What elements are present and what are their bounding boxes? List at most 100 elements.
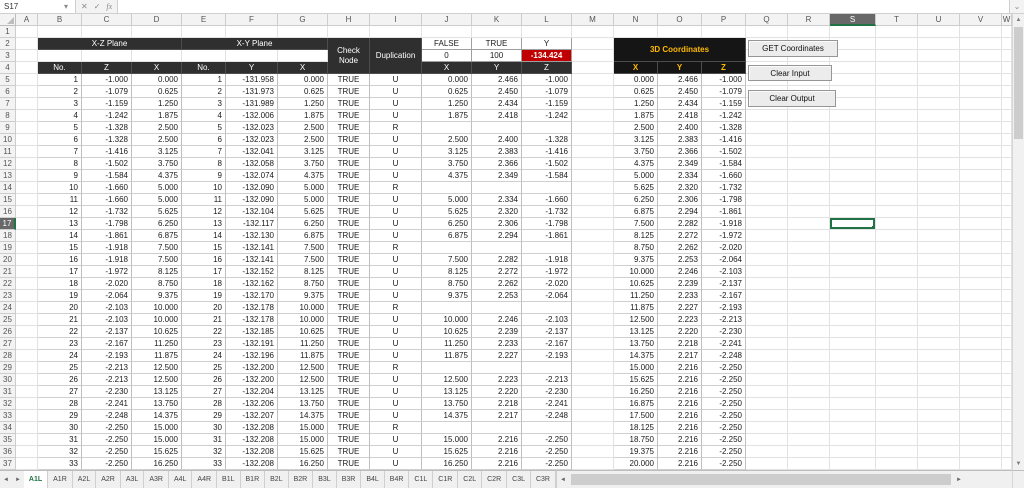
cell[interactable]: [1002, 146, 1012, 158]
cell[interactable]: [572, 38, 614, 50]
cell[interactable]: 12.500: [132, 374, 182, 386]
cell[interactable]: [472, 26, 522, 38]
cell[interactable]: 10.625: [614, 278, 658, 290]
cell[interactable]: -2.020: [702, 242, 746, 254]
cell[interactable]: [876, 206, 918, 218]
cell[interactable]: [746, 230, 788, 242]
cell[interactable]: [572, 74, 614, 86]
cell[interactable]: 7.500: [132, 254, 182, 266]
cell[interactable]: -132.208: [226, 458, 278, 470]
cell[interactable]: [876, 302, 918, 314]
cell[interactable]: -2.250: [702, 374, 746, 386]
cell[interactable]: 15.625: [278, 446, 328, 458]
cell[interactable]: -132.162: [226, 278, 278, 290]
cell[interactable]: [918, 374, 960, 386]
cell[interactable]: [918, 398, 960, 410]
cell[interactable]: [746, 374, 788, 386]
cell[interactable]: [572, 446, 614, 458]
cell[interactable]: [960, 254, 1002, 266]
cell[interactable]: 17.500: [614, 410, 658, 422]
cell[interactable]: 6.250: [614, 194, 658, 206]
cell[interactable]: -1.159: [702, 98, 746, 110]
cell[interactable]: [830, 266, 876, 278]
vertical-scrollbar[interactable]: ▲ ▼: [1012, 14, 1024, 470]
cell[interactable]: 4: [182, 110, 226, 122]
cell[interactable]: -132.206: [226, 398, 278, 410]
cell[interactable]: [788, 254, 830, 266]
cell[interactable]: -1.242: [522, 110, 572, 122]
cell[interactable]: 5: [182, 122, 226, 134]
row-header-9[interactable]: 9: [0, 122, 16, 134]
tab-nav-right-icon[interactable]: ►: [12, 471, 24, 488]
cell[interactable]: -1.798: [522, 218, 572, 230]
cell[interactable]: 2: [38, 86, 82, 98]
cell[interactable]: [16, 458, 38, 470]
cell[interactable]: [788, 194, 830, 206]
cell[interactable]: TRUE: [328, 446, 370, 458]
cell[interactable]: -2.167: [702, 290, 746, 302]
selected-cell[interactable]: [830, 218, 876, 230]
cell[interactable]: -2.250: [702, 446, 746, 458]
cell[interactable]: [746, 458, 788, 470]
cell[interactable]: [876, 266, 918, 278]
cell[interactable]: 6: [38, 134, 82, 146]
cell[interactable]: [572, 254, 614, 266]
cell[interactable]: [746, 218, 788, 230]
cell[interactable]: [422, 182, 472, 194]
cell[interactable]: [1002, 326, 1012, 338]
cell[interactable]: -2.250: [702, 422, 746, 434]
cell[interactable]: 15.000: [278, 434, 328, 446]
cell[interactable]: 4.375: [614, 158, 658, 170]
cell[interactable]: 2.220: [658, 326, 702, 338]
cell[interactable]: [960, 302, 1002, 314]
cell[interactable]: -2.193: [82, 350, 132, 362]
cell[interactable]: 1: [182, 74, 226, 86]
cell[interactable]: [830, 134, 876, 146]
cell[interactable]: U: [370, 134, 422, 146]
cell[interactable]: [830, 338, 876, 350]
sheet-tab-C1L[interactable]: C1L: [409, 471, 433, 488]
cell[interactable]: [830, 458, 876, 470]
cell[interactable]: TRUE: [328, 434, 370, 446]
cell[interactable]: [746, 158, 788, 170]
cell[interactable]: [572, 290, 614, 302]
cell[interactable]: TRUE: [328, 170, 370, 182]
cell[interactable]: [522, 422, 572, 434]
cell[interactable]: 8.125: [422, 266, 472, 278]
cell[interactable]: U: [370, 218, 422, 230]
cell[interactable]: [1002, 62, 1012, 74]
xy-plane-title[interactable]: X-Y Plane: [182, 38, 328, 50]
cell[interactable]: [876, 446, 918, 458]
cell[interactable]: 16.250: [422, 458, 472, 470]
cell[interactable]: [746, 350, 788, 362]
xy-col-header[interactable]: Y: [226, 62, 278, 74]
cell[interactable]: [960, 410, 1002, 422]
cell[interactable]: [746, 122, 788, 134]
cell[interactable]: 14: [182, 230, 226, 242]
row-header-25[interactable]: 25: [0, 314, 16, 326]
cell[interactable]: -131.989: [226, 98, 278, 110]
cell[interactable]: 25: [182, 362, 226, 374]
sheet-tab-B2L[interactable]: B2L: [265, 471, 288, 488]
cell[interactable]: [960, 218, 1002, 230]
cell[interactable]: [572, 134, 614, 146]
col-header-G[interactable]: G: [278, 14, 328, 26]
cell[interactable]: -132.023: [226, 122, 278, 134]
cell[interactable]: [422, 362, 472, 374]
cell[interactable]: -1.416: [522, 146, 572, 158]
sheet-tab-C3L[interactable]: C3L: [507, 471, 531, 488]
cell[interactable]: 6.875: [614, 206, 658, 218]
cell[interactable]: 2.418: [472, 110, 522, 122]
cell[interactable]: 6.875: [278, 230, 328, 242]
cell[interactable]: 5.000: [278, 194, 328, 206]
cell[interactable]: [876, 122, 918, 134]
cell[interactable]: -132.185: [226, 326, 278, 338]
cell[interactable]: 10.000: [132, 302, 182, 314]
cell[interactable]: 20: [182, 302, 226, 314]
cell[interactable]: 15.625: [614, 374, 658, 386]
cell[interactable]: [1002, 434, 1012, 446]
tab-nav-left-icon[interactable]: ◄: [0, 471, 12, 488]
cell[interactable]: U: [370, 410, 422, 422]
cell[interactable]: [960, 458, 1002, 470]
cell[interactable]: 11.250: [422, 338, 472, 350]
